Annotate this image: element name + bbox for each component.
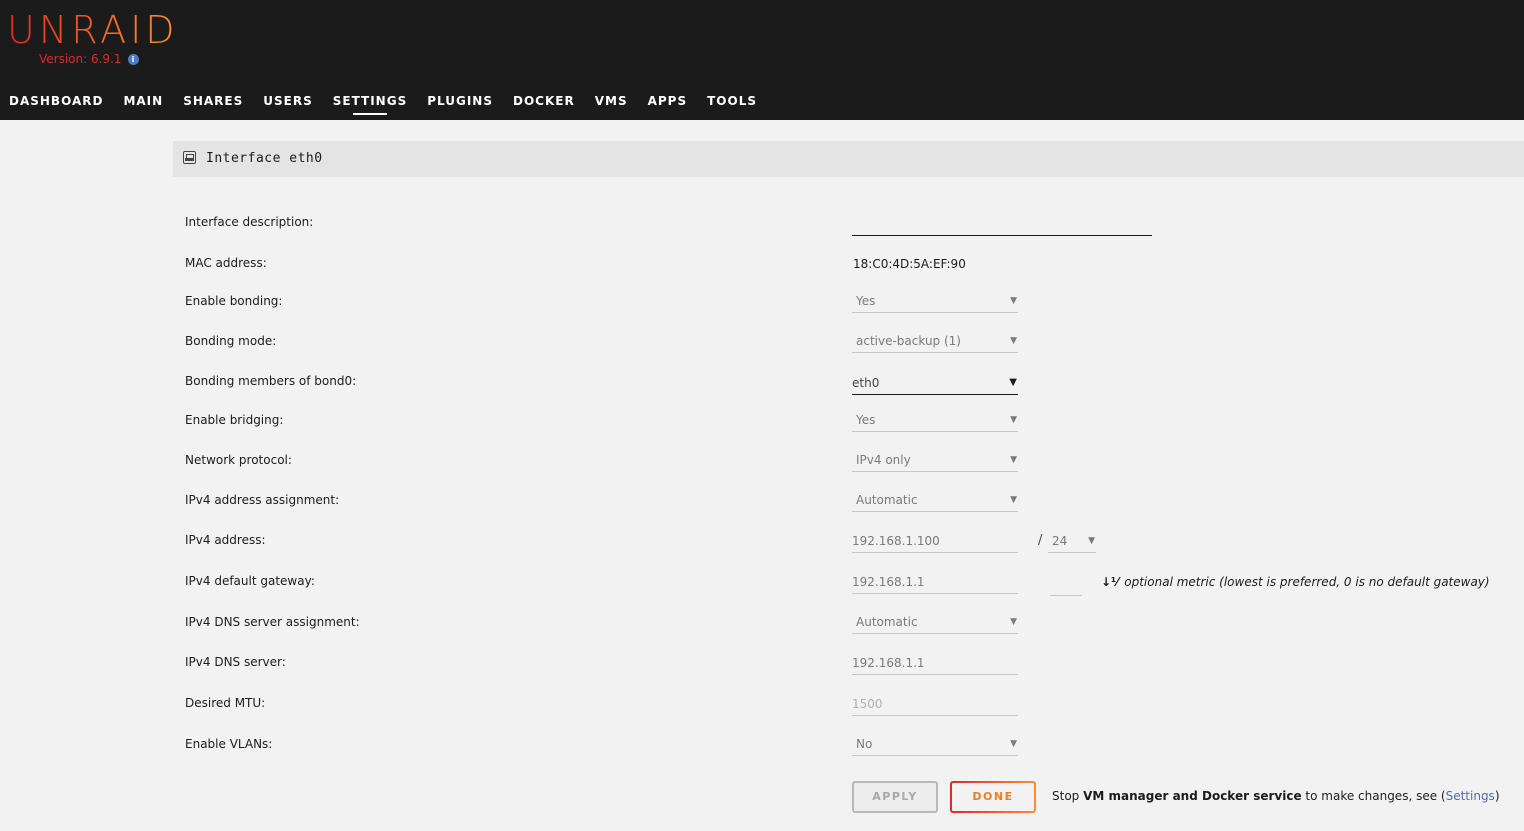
gateway-metric-input[interactable] (1050, 574, 1082, 596)
nav-docker[interactable]: DOCKER (513, 94, 575, 108)
chevron-down-icon: ▼ (1010, 739, 1017, 749)
chevron-down-icon: ▼ (1010, 617, 1017, 627)
panel-titlebar: Interface eth0 (173, 141, 1524, 177)
ipv4-dns-assignment-label: IPv4 DNS server assignment: (185, 615, 360, 629)
ipv4-assignment-label: IPv4 address assignment: (185, 493, 340, 507)
settings-link[interactable]: Settings (1446, 789, 1495, 803)
network-protocol-label: Network protocol: (185, 453, 292, 467)
footer-suffix: ) (1494, 789, 1500, 803)
enable-bonding-select[interactable]: Yes ▼ (852, 291, 1018, 313)
footer-middle: to make changes, see ( (1301, 789, 1446, 803)
ipv4-dns-server-input[interactable]: 192.168.1.1 (852, 653, 1018, 675)
version-text: Version: 6.9.1 (39, 52, 122, 66)
chevron-down-icon: ▼ (1010, 455, 1017, 465)
ipv4-dns-server-label: IPv4 DNS server: (185, 655, 286, 669)
enable-vlans-value: No (856, 737, 873, 751)
main-nav: DASHBOARD MAIN SHARES USERS SETTINGS PLUGINS D… (9, 94, 777, 115)
enable-vlans-select[interactable]: No ▼ (852, 734, 1018, 756)
interface-description-input[interactable] (852, 214, 1152, 236)
ipv4-prefix-value: 24 (1052, 534, 1068, 548)
bonding-mode-label: Bonding mode: (185, 334, 277, 348)
bonding-members-select[interactable]: eth0 ▼ (852, 373, 1018, 395)
nav-settings[interactable]: SETTINGS (333, 94, 408, 115)
apply-button[interactable]: APPLY (852, 781, 938, 813)
enable-bridging-value: Yes (856, 413, 876, 427)
metric-note-text: optional metric (lowest is preferred, 0 … (1124, 575, 1490, 589)
top-header: UNRAID Version: 6.9.1 i DASHBOARD MAIN SHAR… (0, 0, 1524, 120)
chevron-down-icon: ▼ (1010, 415, 1017, 425)
nav-vms[interactable]: VMS (595, 94, 628, 108)
enable-bonding-value: Yes (856, 294, 876, 308)
ipv4-prefix-select[interactable]: 24 ▼ (1048, 531, 1096, 553)
network-protocol-select[interactable]: IPv4 only ▼ (852, 450, 1018, 472)
bonding-mode-value: active-backup (1) (856, 334, 961, 348)
chevron-down-icon: ▼ (1010, 336, 1017, 346)
panel-title: Interface eth0 (206, 151, 323, 166)
metric-note: ↓⅟ optional metric (lowest is preferred,… (1101, 575, 1490, 589)
info-icon[interactable]: i (127, 54, 139, 65)
ipv4-assignment-value: Automatic (856, 493, 918, 507)
desired-mtu-label: Desired MTU: (185, 696, 266, 710)
enable-vlans-label: Enable VLANs: (185, 737, 273, 751)
done-button[interactable]: DONE (950, 781, 1036, 813)
chevron-down-icon: ▼ (1009, 377, 1017, 388)
chevron-down-icon: ▼ (1010, 296, 1017, 306)
nav-tools[interactable]: TOOLS (707, 94, 757, 108)
nav-main[interactable]: MAIN (123, 94, 163, 108)
nav-shares[interactable]: SHARES (183, 94, 243, 108)
sort-order-icon: ↓⅟ (1101, 575, 1119, 589)
enable-bonding-label: Enable bonding: (185, 294, 283, 308)
chevron-down-icon: ▼ (1088, 536, 1095, 546)
ipv4-gateway-label: IPv4 default gateway: (185, 574, 315, 588)
enable-bridging-select[interactable]: Yes ▼ (852, 410, 1018, 432)
desired-mtu-input[interactable]: 1500 (852, 694, 1018, 716)
network-protocol-value: IPv4 only (856, 453, 911, 467)
footer-note: Stop VM manager and Docker service to ma… (1052, 789, 1500, 803)
nav-dashboard[interactable]: DASHBOARD (9, 94, 103, 108)
ipv4-assignment-select[interactable]: Automatic ▼ (852, 490, 1018, 512)
mac-address-label: MAC address: (185, 256, 267, 270)
prefix-separator: / (1038, 533, 1043, 548)
network-interface-icon (183, 151, 196, 164)
ipv4-address-input[interactable]: 192.168.1.100 (852, 531, 1018, 553)
unraid-logo[interactable]: UNRAID (7, 8, 179, 52)
ipv4-dns-assignment-value: Automatic (856, 615, 918, 629)
bonding-members-value: eth0 (852, 376, 880, 390)
chevron-down-icon: ▼ (1010, 495, 1017, 505)
footer-prefix: Stop (1052, 789, 1084, 803)
ipv4-gateway-input[interactable]: 192.168.1.1 (852, 572, 1018, 594)
interface-description-label: Interface description: (185, 215, 314, 229)
footer-bold: VM manager and Docker service (1083, 789, 1302, 803)
nav-apps[interactable]: APPS (648, 94, 688, 108)
version-label: Version: 6.9.1 i (39, 52, 139, 66)
ipv4-dns-assignment-select[interactable]: Automatic ▼ (852, 612, 1018, 634)
bonding-members-label: Bonding members of bond0: (185, 374, 357, 388)
nav-users[interactable]: USERS (263, 94, 312, 108)
enable-bridging-label: Enable bridging: (185, 413, 284, 427)
bonding-mode-select[interactable]: active-backup (1) ▼ (852, 331, 1018, 353)
nav-plugins[interactable]: PLUGINS (427, 94, 493, 108)
ipv4-address-label: IPv4 address: (185, 533, 266, 547)
mac-address-value: 18:C0:4D:5A:EF:90 (853, 257, 966, 271)
